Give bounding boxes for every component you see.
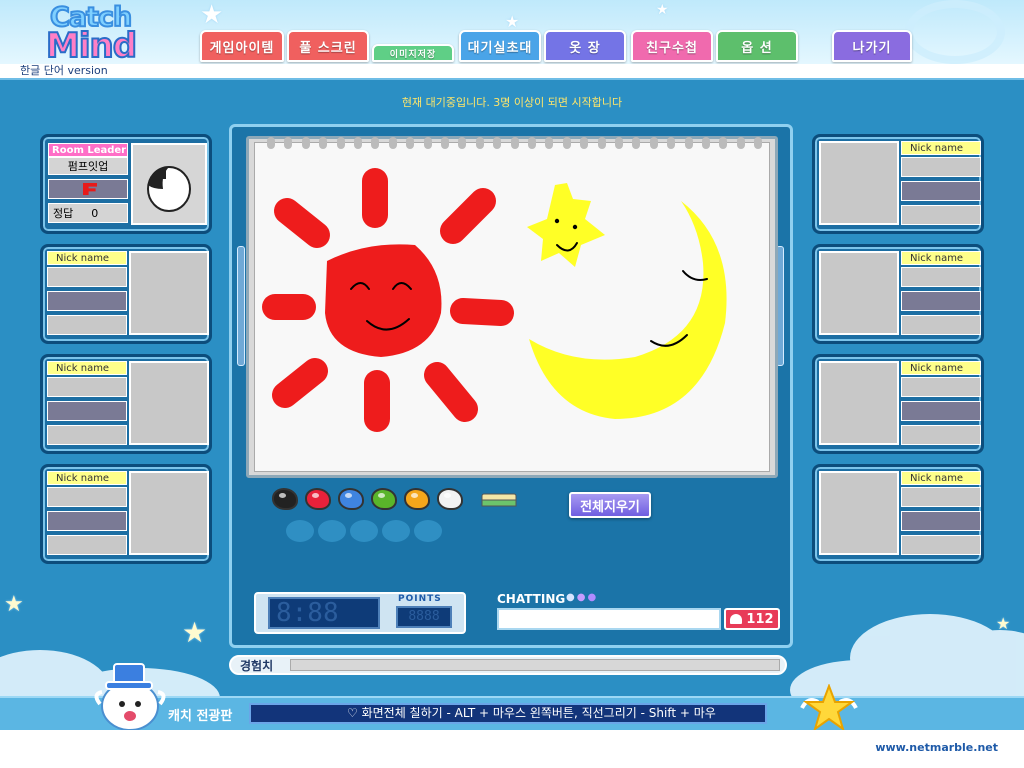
eraser-icon[interactable] bbox=[480, 490, 518, 512]
player-name-slot bbox=[901, 157, 981, 177]
player-avatar-slot bbox=[819, 141, 899, 225]
player-panel-right-4[interactable]: Nick name bbox=[812, 464, 984, 564]
mascot-icon bbox=[92, 654, 168, 734]
color-orange-button[interactable] bbox=[404, 488, 430, 510]
star-icon: ★ bbox=[505, 12, 520, 31]
player-name-slot bbox=[901, 377, 981, 397]
player-panel-right-2[interactable]: Nick name bbox=[812, 244, 984, 344]
player-panel-leader[interactable]: Room Leader 펌프잇업 정답 0 bbox=[40, 134, 212, 234]
player-level-slot bbox=[47, 401, 127, 421]
player-avatar-slot bbox=[129, 361, 209, 445]
player-level-slot bbox=[901, 511, 981, 531]
player-avatar-slot bbox=[819, 471, 899, 555]
player-panel-left-1[interactable]: Nick name bbox=[40, 244, 212, 344]
star-icon: ★ bbox=[200, 0, 224, 30]
player-avatar-slot bbox=[819, 361, 899, 445]
tab-1[interactable]: 게임아이템 bbox=[200, 30, 284, 62]
level-flag-icon bbox=[48, 179, 128, 199]
star-icon: ★ bbox=[182, 616, 208, 649]
tab-8[interactable]: 나가기 bbox=[832, 30, 912, 62]
drawing-canvas[interactable] bbox=[254, 137, 770, 472]
player-panel-right-1[interactable]: Nick name bbox=[812, 134, 984, 234]
palette-shadow bbox=[318, 520, 346, 542]
tab-7[interactable]: 옵 션 bbox=[716, 30, 798, 62]
score-label: 정답 bbox=[53, 207, 74, 220]
nick-name-label: Nick name bbox=[901, 361, 981, 375]
clear-all-button[interactable]: 전체지우기 bbox=[569, 492, 651, 518]
nick-name-label: Nick name bbox=[901, 251, 981, 265]
palette-shadow bbox=[414, 520, 442, 542]
avatar bbox=[131, 143, 207, 225]
player-score-slot bbox=[47, 535, 127, 555]
player-name-slot bbox=[47, 487, 127, 507]
tab-2[interactable]: 풀 스크린 bbox=[287, 30, 369, 62]
player-score-slot bbox=[901, 315, 981, 335]
nick-name-label: Nick name bbox=[901, 141, 981, 155]
nick-name-label: Nick name bbox=[47, 361, 127, 375]
color-green-button[interactable] bbox=[371, 488, 397, 510]
tab-5[interactable]: 옷 장 bbox=[544, 30, 626, 62]
site-link[interactable]: www.netmarble.net bbox=[875, 741, 998, 754]
nick-name-label: Nick name bbox=[47, 251, 127, 265]
nick-name-label: Nick name bbox=[901, 471, 981, 485]
correct-answer-count: 정답 0 bbox=[48, 203, 128, 223]
tab-3[interactable]: 이미지저장 bbox=[372, 44, 454, 62]
room-leader-label: Room Leader bbox=[48, 143, 128, 157]
star-icon: ★ bbox=[4, 592, 24, 617]
player-level-slot bbox=[47, 511, 127, 531]
star-icon: ★ bbox=[656, 2, 669, 18]
player-avatar-slot bbox=[819, 251, 899, 335]
winged-star-icon bbox=[798, 683, 860, 732]
player-level-slot bbox=[901, 291, 981, 311]
catchmind-logo: Catch Mind bbox=[40, 1, 150, 67]
player-name-slot bbox=[47, 377, 127, 397]
player-score-slot bbox=[901, 535, 981, 555]
player-score-slot bbox=[901, 425, 981, 445]
logo-text-mind: Mind bbox=[45, 25, 138, 67]
player-level-slot bbox=[901, 181, 981, 201]
player-avatar-slot bbox=[129, 251, 209, 335]
footer bbox=[0, 730, 1024, 768]
status-message: 현재 대기중입니다. 3명 이상이 되면 시작합니다 bbox=[401, 96, 623, 109]
player-panel-right-3[interactable]: Nick name bbox=[812, 354, 984, 454]
palette-shadow bbox=[286, 520, 314, 542]
player-name-slot bbox=[901, 267, 981, 287]
player-avatar-slot bbox=[129, 471, 209, 555]
experience-track bbox=[290, 659, 780, 671]
player-level-slot bbox=[47, 291, 127, 311]
color-blue-button[interactable] bbox=[338, 488, 364, 510]
player-score-slot bbox=[901, 205, 981, 225]
subtitle-bar bbox=[0, 64, 1024, 80]
nick-name-label: Nick name bbox=[47, 471, 127, 485]
player-level-slot bbox=[901, 401, 981, 421]
color-red-button[interactable] bbox=[305, 488, 331, 510]
decorative-ring bbox=[905, 0, 1005, 64]
left-scroll-handle[interactable] bbox=[237, 246, 245, 366]
player-score-slot bbox=[47, 425, 127, 445]
ticker-label: 캐치 전광판 bbox=[168, 709, 233, 724]
color-black-button[interactable] bbox=[272, 488, 298, 510]
player-name-slot bbox=[901, 487, 981, 507]
experience-label: 경험치 bbox=[240, 659, 274, 673]
player-score-slot bbox=[47, 315, 127, 335]
version-label: 한글 단어 version bbox=[18, 64, 110, 78]
tab-6[interactable]: 친구수첩 bbox=[631, 30, 713, 62]
player-panel-left-3[interactable]: Nick name bbox=[40, 464, 212, 564]
score-value: 0 bbox=[91, 207, 99, 220]
palette-shadow bbox=[382, 520, 410, 542]
ticker-display: ♡ 화면전체 칠하기 - ALT + 마우스 왼쪽버튼, 직선그리기 - Shi… bbox=[249, 703, 767, 724]
color-white-button[interactable] bbox=[437, 488, 463, 510]
palette-shadow bbox=[350, 520, 378, 542]
player-name-slot bbox=[47, 267, 127, 287]
player-name: 펌프잇업 bbox=[48, 157, 128, 175]
tab-4[interactable]: 대기실초대 bbox=[459, 30, 541, 62]
player-panel-left-2[interactable]: Nick name bbox=[40, 354, 212, 454]
star-icon: ★ bbox=[996, 614, 1011, 633]
